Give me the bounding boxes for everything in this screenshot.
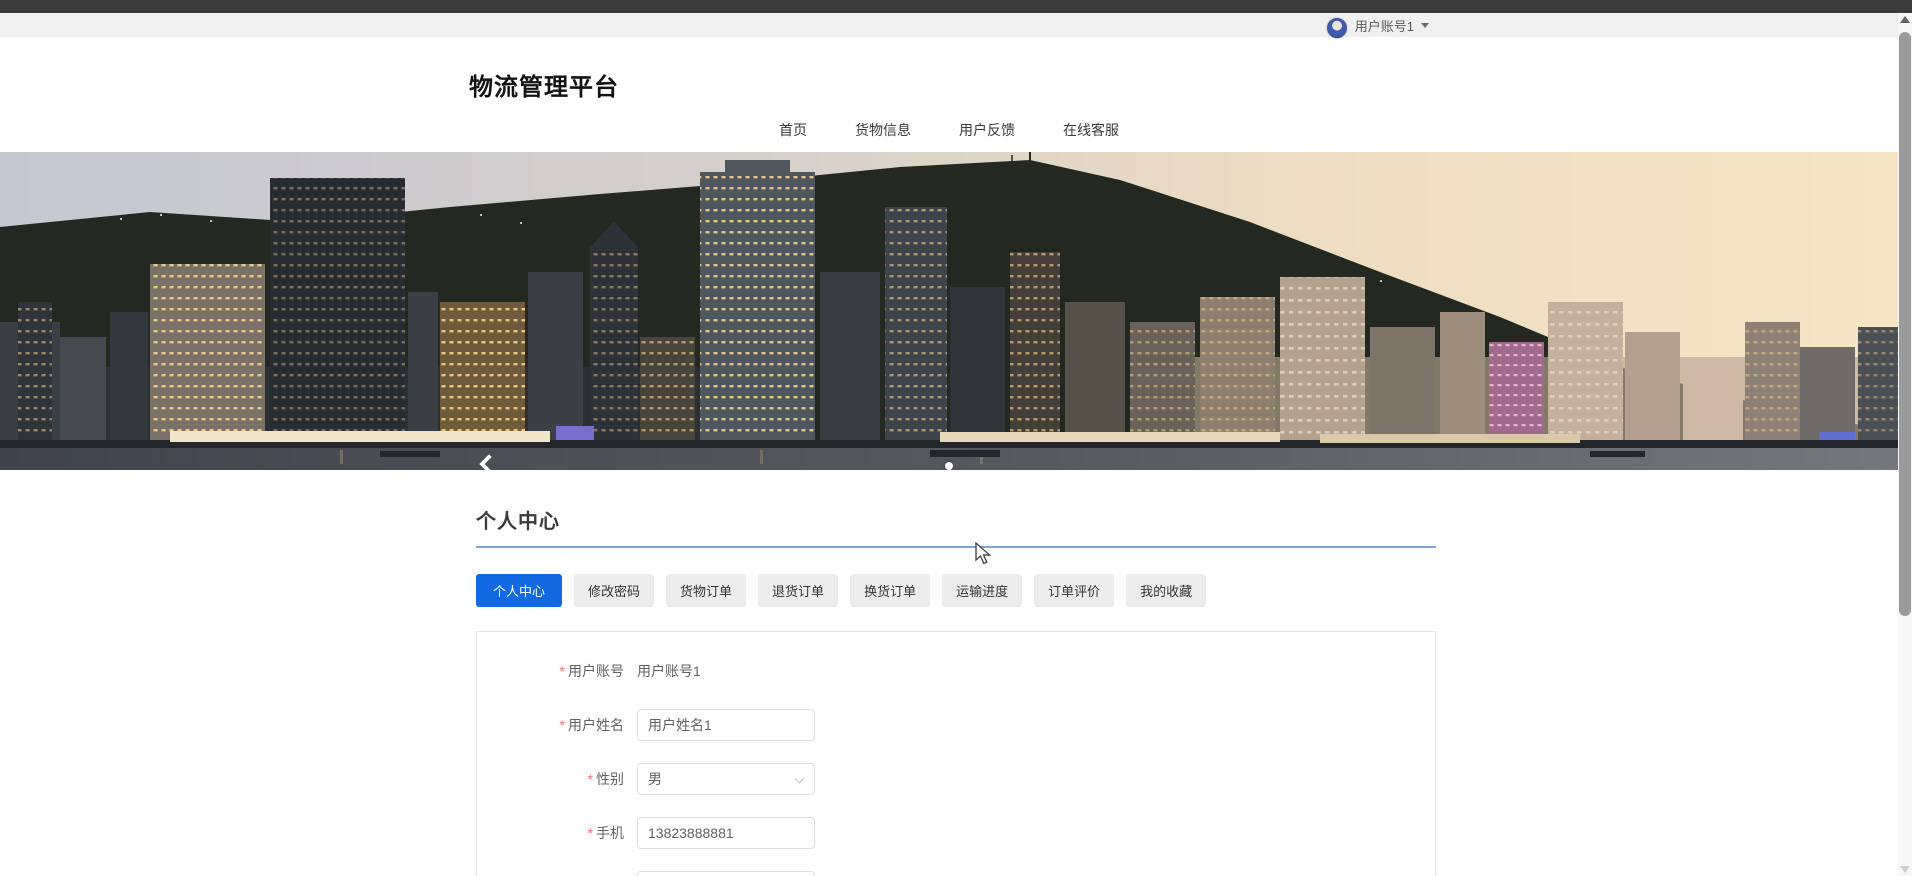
gender-select[interactable]: 男 [637,763,815,795]
form-row-gender: *性别 男 [477,763,1435,795]
username-field[interactable] [637,709,815,741]
hero-skyline-image [0,152,1898,470]
tab-exchange-orders[interactable]: 换货订单 [850,574,930,607]
tab-return-orders[interactable]: 退货订单 [758,574,838,607]
site-title: 物流管理平台 [469,37,1429,102]
nav-item-home[interactable]: 首页 [779,118,807,142]
tab-order-reviews[interactable]: 订单评价 [1034,574,1114,607]
chevron-down-icon [795,774,805,784]
page-title: 个人中心 [476,505,1436,548]
hero-carousel [0,152,1898,470]
required-marker: * [588,825,593,841]
tab-change-password[interactable]: 修改密码 [574,574,654,607]
required-marker: * [560,663,565,679]
account-bar: 用户账号1 [0,13,1898,37]
address-field[interactable] [637,871,815,876]
carousel-dots [0,457,1898,470]
main-nav: 首页 货物信息 用户反馈 在线客服 [469,118,1429,142]
site-header: 物流管理平台 首页 货物信息 用户反馈 在线客服 [0,37,1898,152]
gender-label: *性别 [477,763,637,795]
user-menu[interactable]: 用户账号1 [469,13,1429,37]
vertical-scrollbar[interactable] [1898,13,1912,876]
carousel-dot[interactable] [945,462,953,470]
username-label: *用户姓名 [477,709,637,741]
phone-field[interactable] [637,817,815,849]
tab-my-favorites[interactable]: 我的收藏 [1126,574,1206,607]
scrollbar-thumb[interactable] [1899,32,1911,616]
scroll-up-icon[interactable] [1900,16,1910,23]
required-marker: * [588,771,593,787]
form-row-phone: *手机 [477,817,1435,849]
top-dark-bar [0,0,1912,13]
gender-selected-value: 男 [648,769,662,789]
profile-tabs: 个人中心 修改密码 货物订单 退货订单 换货订单 运输进度 订单评价 我的收藏 [476,574,1436,607]
form-row-username: *用户姓名 [477,709,1435,741]
address-label: *地址 [477,871,637,876]
account-value: 用户账号1 [637,655,701,687]
form-row-address: *地址 [477,871,1435,876]
user-avatar-icon [1326,17,1348,39]
nav-item-feedback[interactable]: 用户反馈 [959,118,1015,142]
caret-down-icon [1421,23,1429,28]
nav-item-online-service[interactable]: 在线客服 [1063,118,1119,142]
tab-transport-progress[interactable]: 运输进度 [942,574,1022,607]
required-marker: * [560,717,565,733]
scroll-down-icon[interactable] [1900,866,1910,873]
nav-item-cargo-info[interactable]: 货物信息 [855,118,911,142]
tab-cargo-orders[interactable]: 货物订单 [666,574,746,607]
form-row-account: *用户账号 用户账号1 [477,655,1435,687]
account-label: *用户账号 [477,655,637,687]
phone-label: *手机 [477,817,637,849]
user-name: 用户账号1 [1355,16,1414,35]
tab-personal-center[interactable]: 个人中心 [476,574,562,607]
profile-form-panel: *用户账号 用户账号1 *用户姓名 *性别 男 [476,631,1436,876]
